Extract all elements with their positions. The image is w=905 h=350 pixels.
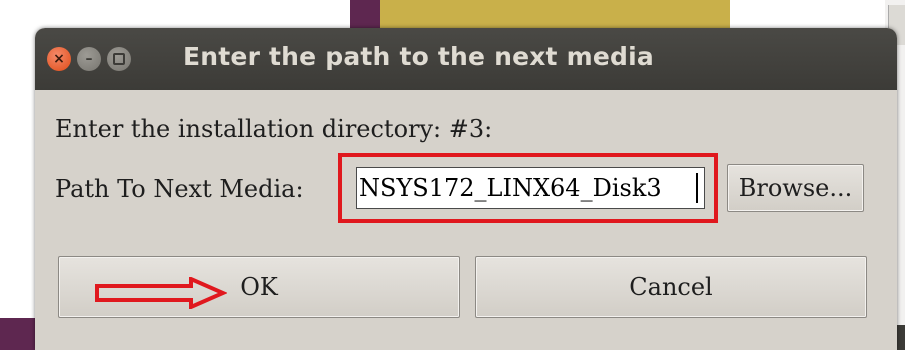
media-path-dialog: × – Enter the path to the next media Ent… bbox=[35, 28, 897, 350]
installation-directory-prompt: Enter the installation directory: #3: bbox=[55, 115, 493, 143]
minimize-icon[interactable]: – bbox=[77, 47, 101, 71]
dialog-title: Enter the path to the next media bbox=[183, 42, 654, 71]
titlebar: × – Enter the path to the next media bbox=[35, 28, 897, 90]
desktop-background-purple bbox=[350, 0, 380, 30]
maximize-icon[interactable] bbox=[107, 47, 131, 71]
path-label: Path To Next Media: bbox=[55, 175, 304, 203]
browse-button[interactable]: Browse... bbox=[727, 164, 864, 212]
annotation-highlight-box bbox=[338, 153, 718, 223]
desktop-background-window bbox=[380, 0, 730, 30]
cancel-button[interactable]: Cancel bbox=[475, 256, 867, 318]
close-icon[interactable]: × bbox=[47, 47, 71, 71]
desktop-background-purple-bottom bbox=[0, 318, 38, 350]
arrow-right-icon bbox=[95, 277, 227, 309]
